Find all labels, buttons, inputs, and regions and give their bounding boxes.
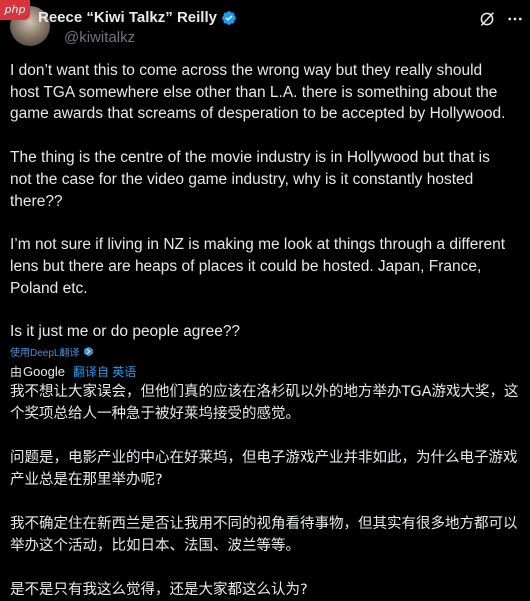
post-header: Reece “Kiwi Talkz” Reilly @kiwitalkz — [0, 0, 530, 56]
grok-icon[interactable] — [478, 10, 496, 28]
google-prefix: 由 — [10, 365, 23, 379]
verified-badge-icon[interactable] — [221, 10, 237, 26]
post-line: Is it just me or do people agree?? — [10, 323, 241, 341]
author-display-name[interactable]: Reece “Kiwi Talkz” Reilly — [38, 9, 217, 26]
post-line: there?? — [10, 192, 63, 210]
post-line: not the case for the video game industry… — [10, 170, 474, 188]
translated-from-link[interactable]: 翻译自 英语 — [73, 363, 136, 380]
deepl-icon — [84, 346, 94, 357]
post-line: I’m not sure if living in NZ is making m… — [10, 236, 506, 254]
translated-paragraph: 我不想让大家误会，但他们真的应该在洛杉矶以外的地方举办TGA游戏大奖，这个奖项总… — [10, 384, 519, 422]
post-line: I don’t want this to come across the wro… — [10, 62, 483, 79]
deepl-translate-label[interactable]: 使用DeepL翻译 — [10, 344, 79, 359]
google-logo-text: Google — [23, 364, 65, 379]
post-line: game awards that screams of desperation … — [10, 105, 506, 123]
google-translate-attribution: 由 Google 翻译自 英语 — [10, 363, 136, 380]
php-watermark: php — [0, 0, 30, 20]
post-line: host TGA somewhere else other than L.A. … — [10, 83, 498, 101]
post-line: The thing is the centre of the movie ind… — [10, 149, 490, 167]
translated-paragraph: 我不确定住在新西兰是否让我用不同的视角看待事物，但其实有很多地方都可以举办这个活… — [10, 516, 518, 554]
translated-paragraph: 问题是，电影产业的中心在好莱坞，但电子游戏产业并非如此，为什么电子游戏产业总是在… — [10, 450, 518, 488]
author-name-row[interactable]: Reece “Kiwi Talkz” Reilly — [38, 9, 237, 26]
more-options-icon[interactable] — [506, 10, 524, 28]
post-body: I don’t want this to come across the wro… — [10, 60, 522, 343]
deepl-translate-link[interactable]: 使用DeepL翻译 — [10, 344, 94, 359]
post-line: Poland etc. — [10, 279, 88, 297]
post-line: lens but there are heaps of places it co… — [10, 257, 482, 275]
author-handle[interactable]: @kiwitalkz — [64, 29, 135, 46]
translated-post-body: 我不想让大家误会，但他们真的应该在洛杉矶以外的地方举办TGA游戏大奖，这个奖项总… — [10, 381, 522, 601]
